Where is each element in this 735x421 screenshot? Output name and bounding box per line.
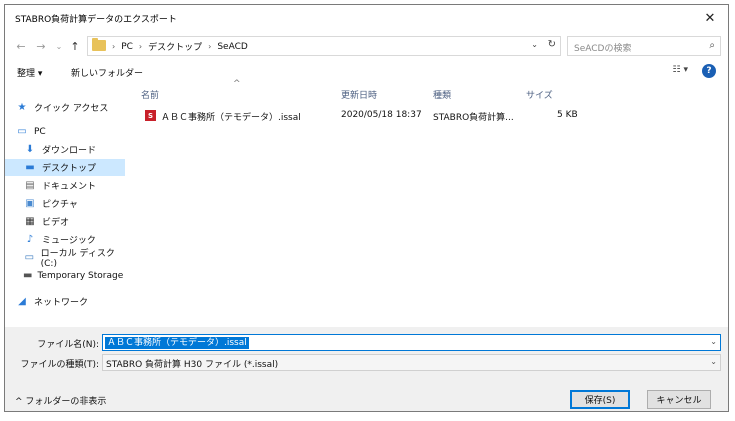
sort-up-icon: ^ bbox=[233, 79, 241, 89]
sidebar-item-label: ネットワーク bbox=[34, 298, 89, 308]
column-header-modified[interactable]: 更新日時 bbox=[341, 85, 377, 103]
chevron-right-icon: › bbox=[138, 42, 143, 51]
filename-input[interactable]: ＡＢＣ事務所（テモデータ）.issal ⌄ bbox=[102, 334, 721, 351]
sidebar-item-label: デスクトップ bbox=[42, 164, 97, 174]
file-list: ^ 名前 更新日時 種類 サイズ S ＡＢＣ事務所（テモデータ）.issal 2… bbox=[129, 79, 727, 323]
address-bar[interactable]: › PC › デスクトップ › SeACD ⌄ ↻ bbox=[87, 36, 561, 56]
breadcrumb-seacd[interactable]: SeACD bbox=[217, 42, 247, 52]
sidebar-item-label: ビデオ bbox=[42, 218, 70, 228]
sidebar-item-documents[interactable]: ▤ ドキュメント bbox=[5, 177, 125, 194]
chevron-up-icon: ^ bbox=[15, 397, 23, 407]
window-title: STABRO負荷計算データのエクスポート bbox=[15, 15, 177, 25]
sidebar-item-label: Temporary Storage ( bbox=[37, 270, 125, 281]
view-options-icon[interactable]: ☷ ▾ bbox=[673, 65, 688, 75]
file-type: STABRO負荷計算... bbox=[433, 113, 514, 123]
download-icon: ⬇ bbox=[25, 144, 35, 155]
navigation-pane: ★ クイック アクセス ▭ PC ⬇ ダウンロード ▬ デスクトップ ▤ ドキュ… bbox=[5, 85, 125, 323]
chevron-down-icon[interactable]: ⌄ bbox=[531, 40, 538, 49]
filetype-select[interactable]: STABRO 負荷計算 H30 ファイル (*.issal) ⌄ bbox=[102, 354, 721, 371]
filetype-value: STABRO 負荷計算 H30 ファイル (*.issal) bbox=[106, 360, 279, 370]
pc-icon: ▭ bbox=[17, 126, 27, 137]
sidebar-item-network[interactable]: ◢ ネットワーク bbox=[5, 293, 125, 310]
storage-icon: ▬ bbox=[23, 270, 33, 281]
file-size: 5 KB bbox=[557, 110, 578, 120]
forward-arrow-icon[interactable]: → bbox=[33, 38, 49, 54]
toolbar: 整理 ▾ 新しいフォルダー ☷ ▾ ? bbox=[5, 61, 728, 83]
save-options-panel: ファイル名(N): ＡＢＣ事務所（テモデータ）.issal ⌄ ファイルの種類(… bbox=[5, 327, 728, 411]
filename-label: ファイル名(N): bbox=[37, 340, 99, 350]
sidebar-item-label: PC bbox=[34, 126, 46, 137]
sidebar-item-quick-access[interactable]: ★ クイック アクセス bbox=[5, 99, 125, 116]
file-name: ＡＢＣ事務所（テモデータ）.issal bbox=[161, 113, 301, 123]
sidebar-item-label: ドキュメント bbox=[42, 182, 97, 192]
sidebar-item-pc[interactable]: ▭ PC bbox=[5, 123, 125, 140]
sidebar-item-label: ダウンロード bbox=[42, 146, 97, 156]
sidebar-item-videos[interactable]: ▦ ビデオ bbox=[5, 213, 125, 230]
star-icon: ★ bbox=[17, 102, 27, 113]
sidebar-item-label: ミュージック bbox=[42, 236, 96, 246]
filetype-label: ファイルの種類(T): bbox=[20, 360, 99, 370]
filename-value: ＡＢＣ事務所（テモデータ）.issal bbox=[105, 337, 249, 349]
picture-icon: ▣ bbox=[25, 198, 35, 209]
save-dialog: STABRO負荷計算データのエクスポート ✕ ← → ⌄ ↑ › PC › デス… bbox=[4, 4, 729, 412]
sidebar-item-downloads[interactable]: ⬇ ダウンロード bbox=[5, 141, 125, 158]
cancel-button[interactable]: キャンセル bbox=[647, 390, 711, 409]
column-header-size[interactable]: サイズ bbox=[526, 85, 553, 103]
desktop-icon: ▬ bbox=[25, 162, 35, 173]
sidebar-item-label: ローカル ディスク (C:) bbox=[40, 249, 115, 269]
sidebar-item-label: ピクチャ bbox=[42, 200, 78, 210]
help-icon[interactable]: ? bbox=[702, 64, 716, 78]
sidebar-item-pictures[interactable]: ▣ ピクチャ bbox=[5, 195, 125, 212]
search-placeholder: SeACDの検索 bbox=[574, 44, 632, 54]
stabro-file-icon: S bbox=[145, 110, 156, 121]
navigation-bar: ← → ⌄ ↑ › PC › デスクトップ › SeACD ⌄ ↻ SeACDの… bbox=[5, 33, 728, 59]
title-bar: STABRO負荷計算データのエクスポート ✕ bbox=[5, 5, 728, 31]
close-icon[interactable]: ✕ bbox=[692, 5, 728, 31]
breadcrumb: › PC › デスクトップ › SeACD bbox=[112, 40, 248, 54]
file-modified: 2020/05/18 18:37 bbox=[341, 110, 422, 120]
hide-folders-label: フォルダーの非表示 bbox=[25, 397, 107, 407]
video-icon: ▦ bbox=[25, 216, 35, 227]
folder-icon bbox=[92, 38, 106, 51]
sidebar-item-label: クイック アクセス bbox=[34, 104, 109, 114]
new-folder-button[interactable]: 新しいフォルダー bbox=[71, 66, 143, 79]
music-icon: ♪ bbox=[26, 234, 34, 245]
breadcrumb-desktop[interactable]: デスクトップ bbox=[148, 40, 202, 53]
document-icon: ▤ bbox=[25, 180, 35, 191]
network-icon: ◢ bbox=[18, 296, 26, 307]
up-arrow-icon[interactable]: ↑ bbox=[67, 38, 83, 54]
table-row[interactable]: S ＡＢＣ事務所（テモデータ）.issal 2020/05/18 18:37 S… bbox=[137, 107, 597, 125]
sidebar-item-desktop[interactable]: ▬ デスクトップ bbox=[5, 159, 125, 176]
hide-folders-toggle[interactable]: ^ フォルダーの非表示 bbox=[15, 394, 106, 407]
sidebar-item-temporary-storage[interactable]: ▬ Temporary Storage ( bbox=[5, 267, 125, 284]
chevron-down-icon[interactable]: ⌄ bbox=[710, 337, 717, 346]
sidebar-item-local-disk[interactable]: ▭ ローカル ディスク (C:) bbox=[5, 249, 125, 269]
column-header-name[interactable]: 名前 bbox=[141, 85, 159, 103]
drive-icon: ▭ bbox=[24, 252, 35, 263]
back-arrow-icon[interactable]: ← bbox=[13, 38, 29, 54]
chevron-down-icon[interactable]: ⌄ bbox=[710, 357, 717, 366]
chevron-right-icon: › bbox=[208, 42, 212, 51]
save-button[interactable]: 保存(S) bbox=[570, 390, 630, 409]
chevron-right-icon: › bbox=[112, 42, 116, 51]
breadcrumb-pc[interactable]: PC bbox=[121, 42, 133, 52]
organize-button[interactable]: 整理 ▾ bbox=[17, 66, 42, 79]
column-header-type[interactable]: 種類 bbox=[433, 85, 451, 103]
search-input[interactable]: SeACDの検索 ⌕ bbox=[567, 36, 721, 56]
search-icon[interactable]: ⌕ bbox=[709, 40, 715, 51]
recent-dropdown-icon[interactable]: ⌄ bbox=[51, 38, 67, 54]
refresh-icon[interactable]: ↻ bbox=[548, 39, 556, 50]
